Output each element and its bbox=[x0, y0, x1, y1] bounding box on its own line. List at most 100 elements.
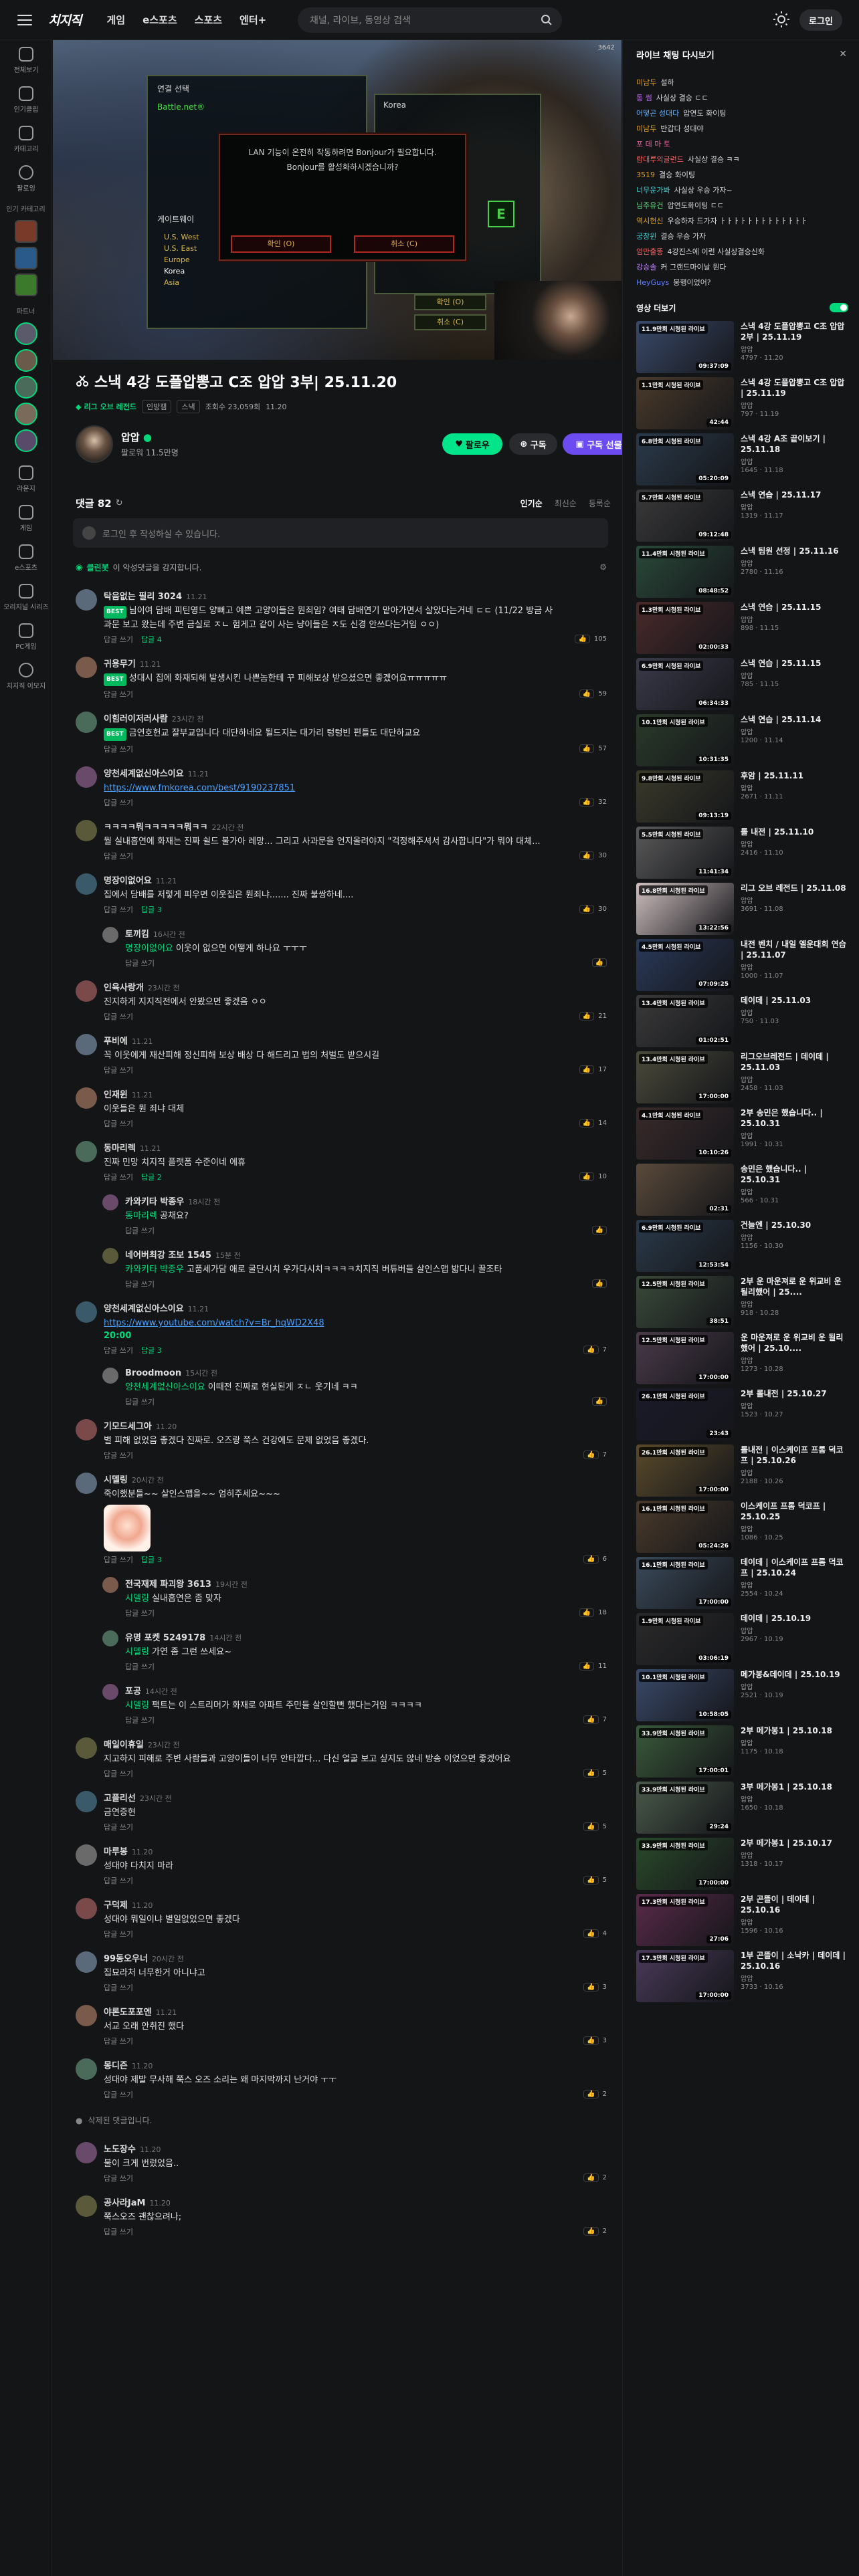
sidebar-item-clips[interactable]: 인기클립 bbox=[0, 80, 52, 119]
author-name[interactable]: 푸비에 bbox=[104, 1037, 128, 1047]
avatar[interactable] bbox=[76, 1951, 97, 1973]
author-name[interactable]: 탁음없는 필리 3024 bbox=[104, 592, 182, 602]
avatar[interactable] bbox=[76, 2058, 97, 2080]
reply-button[interactable]: 답글 쓰기 bbox=[104, 2036, 133, 2046]
video-card[interactable]: 6.9만회 시청된 라이브 06:34:33 스낵 연습 | 25.11.15 압압 7… bbox=[636, 658, 859, 712]
video-thumbnail[interactable]: 16.1만회 시청된 라이브 17:00:00 bbox=[636, 1557, 734, 1609]
video-channel[interactable]: 압압 bbox=[741, 1973, 848, 1983]
avatar[interactable] bbox=[14, 322, 37, 345]
reply-button[interactable]: 답글 쓰기 bbox=[104, 634, 133, 645]
like-button[interactable]: 👍 bbox=[583, 1555, 599, 1564]
video-channel[interactable]: 압압 bbox=[741, 1917, 848, 1927]
video-thumbnail[interactable]: 1.1만회 시청된 라이브 42:44 bbox=[636, 377, 734, 429]
reply-button[interactable]: 답글 쓰기 bbox=[104, 1345, 133, 1356]
avatar[interactable] bbox=[102, 927, 118, 943]
video-title[interactable]: 데이데 | 이스케이프 프롬 덕코프 | 25.10.24 bbox=[741, 1557, 848, 1578]
author-name[interactable]: 양천세계없신아스이요 bbox=[104, 1304, 184, 1314]
login-button[interactable]: 로그인 bbox=[799, 9, 842, 31]
video-card[interactable]: 13.4만회 시청된 라이브 17:00:00 리그오브레전드 | 데이데 | 25… bbox=[636, 1051, 859, 1105]
avatar[interactable] bbox=[14, 376, 37, 399]
comment-author[interactable]: 인육사랑개 23시간 전 bbox=[104, 980, 557, 993]
video-card[interactable]: 12.5만회 시청된 라이브 17:00:00 운 마운져로 운 위교비 운 될리했… bbox=[636, 1332, 859, 1386]
video-channel[interactable]: 압압 bbox=[741, 614, 848, 624]
video-title[interactable]: 2부 롤내전 | 25.10.27 bbox=[741, 1388, 848, 1399]
reply-button[interactable]: 답글 쓰기 bbox=[104, 1450, 133, 1461]
video-thumbnail[interactable]: 6.9만회 시청된 라이브 06:34:33 bbox=[636, 658, 734, 710]
author-name[interactable]: 동마리렉 bbox=[104, 1144, 136, 1154]
avatar[interactable] bbox=[76, 820, 97, 841]
chat-user[interactable]: 궁창윈 bbox=[636, 232, 656, 241]
video-channel[interactable]: 압압 bbox=[741, 1625, 848, 1635]
video-title[interactable]: 이스케이프 프롬 덕코프 | 25.10.25 bbox=[741, 1501, 848, 1522]
avatar[interactable] bbox=[76, 2005, 97, 2026]
video-title[interactable]: 리그 오브 레전드 | 25.11.08 bbox=[741, 883, 848, 893]
video-card[interactable]: 16.1만회 시청된 라이브 05:24:26 이스케이프 프롬 덕코프 | 25.… bbox=[636, 1501, 859, 1554]
avatar[interactable] bbox=[76, 1473, 97, 1494]
timestamp-link[interactable]: 20:00 bbox=[104, 1331, 131, 1341]
video-card[interactable]: 1.3만회 시청된 라이브 02:00:33 스낵 연습 | 25.11.15 압압 8… bbox=[636, 602, 859, 655]
sidebar-item-following[interactable]: 팔로잉 bbox=[0, 158, 52, 198]
comment-author[interactable]: 99동오우너 20시간 전 bbox=[104, 1951, 557, 1964]
comment-link[interactable]: https://www.youtube.com/watch?v=Br_hqWD2… bbox=[104, 1318, 324, 1328]
sidebar-item-esports[interactable]: e스포츠 bbox=[0, 538, 52, 577]
chat-user[interactable]: 강승솔 bbox=[636, 263, 656, 272]
comment-author[interactable]: 토끼킴 16시간 전 bbox=[125, 927, 557, 940]
like-button[interactable]: 👍 bbox=[579, 1172, 595, 1181]
sidebar-item-game[interactable]: 게임 bbox=[0, 498, 52, 538]
video-channel[interactable]: 압압 bbox=[741, 1794, 848, 1804]
subscribe-button[interactable]: ⊕ 구독 bbox=[509, 433, 557, 455]
avatar[interactable] bbox=[76, 1791, 97, 1812]
video-title[interactable]: 스낵 4강 도플압뽕고 C조 압압 2부 | 25.11.19 bbox=[741, 321, 848, 342]
nav-esports[interactable]: e스포츠 bbox=[142, 13, 177, 27]
mention-link[interactable]: 카와키타 박종우 bbox=[125, 1265, 184, 1275]
video-card[interactable]: 6.9만회 시청된 라이브 12:53:54 건늘엔 | 25.10.30 압압 115… bbox=[636, 1220, 859, 1273]
video-thumbnail[interactable]: 02:31 bbox=[636, 1164, 734, 1216]
comment-link[interactable]: https://www.fmkorea.com/best/9190237851 bbox=[104, 783, 295, 793]
video-thumbnail[interactable]: 10.1만회 시청된 라이브 10:58:05 bbox=[636, 1669, 734, 1721]
video-card[interactable]: 12.5만회 시청된 라이브 38:51 2부 운 마운져로 운 위교비 운 될리했… bbox=[636, 1276, 859, 1329]
comment-author[interactable]: 유명 포켓 5249178 14시간 전 bbox=[125, 1630, 557, 1643]
avatar[interactable] bbox=[76, 657, 97, 678]
author-name[interactable]: 시델링 bbox=[104, 1475, 128, 1485]
reply-button[interactable]: 답글 쓰기 bbox=[104, 1011, 133, 1022]
author-name[interactable]: 공사라JaM bbox=[104, 2198, 145, 2208]
video-thumbnail[interactable]: 17.3만회 시청된 라이브 17:00:00 bbox=[636, 1950, 734, 2002]
avatar[interactable] bbox=[102, 1248, 118, 1264]
comment-author[interactable]: 푸비에 11.21 bbox=[104, 1034, 557, 1047]
video-title[interactable]: 롤내전 | 이스케이프 프롬 덕코프 | 25.10.26 bbox=[741, 1444, 848, 1466]
like-button[interactable]: 👍 bbox=[583, 1346, 599, 1354]
video-thumbnail[interactable]: 33.9만회 시청된 라이브 29:24 bbox=[636, 1782, 734, 1834]
reply-button[interactable]: 답글 쓰기 bbox=[125, 1225, 155, 1236]
sidebar-item-all[interactable]: 전체보기 bbox=[0, 40, 52, 80]
author-name[interactable]: 인육사랑개 bbox=[104, 983, 144, 993]
video-thumbnail[interactable]: 6.9만회 시청된 라이브 12:53:54 bbox=[636, 1220, 734, 1272]
comment-author[interactable]: 양천세계없신아스이요 11.21 bbox=[104, 1301, 557, 1314]
video-thumbnail[interactable]: 13.4만회 시청된 라이브 17:00:00 bbox=[636, 1051, 734, 1103]
like-button[interactable]: 👍 bbox=[579, 1065, 595, 1074]
video-card[interactable]: 10.1만회 시청된 라이브 10:58:05 메가봉&데이데 | 25.10.19… bbox=[636, 1669, 859, 1723]
chat-user[interactable]: 역시헌신 bbox=[636, 217, 663, 225]
video-card[interactable]: 5.5만회 시청된 라이브 11:41:34 롤 내전 | 25.11.10 압압 24… bbox=[636, 827, 859, 880]
comment-author[interactable]: 시델링 20시간 전 bbox=[104, 1473, 557, 1485]
reply-button[interactable]: 답글 쓰기 bbox=[104, 2173, 133, 2183]
reply-button[interactable]: 답글 쓰기 bbox=[104, 1822, 133, 1832]
mention-link[interactable]: 시델링 bbox=[125, 1647, 149, 1657]
video-title[interactable]: 2부 곤뜰이 | 데이데 | 25.10.16 bbox=[741, 1894, 848, 1915]
follow-button[interactable]: ♥ 팔로우 bbox=[442, 433, 502, 455]
video-card[interactable]: 33.9만회 시청된 라이브 29:24 3부 메가봉1 | 25.10.18 압압 1… bbox=[636, 1782, 859, 1835]
video-title[interactable]: 송민은 했습니다.. | 25.10.31 bbox=[741, 1164, 848, 1185]
author-name[interactable]: 마루봉 bbox=[104, 1847, 128, 1857]
video-channel[interactable]: 압압 bbox=[741, 962, 848, 972]
video-title[interactable]: 스낵 연습 | 25.11.15 bbox=[741, 658, 848, 669]
like-button[interactable]: 👍 bbox=[583, 2173, 599, 2182]
site-logo[interactable]: 치지직 bbox=[48, 11, 82, 29]
video-channel[interactable]: 압압 bbox=[741, 1232, 848, 1242]
video-title[interactable]: 스낵 4강 도플압뽕고 C조 압압 | 25.11.19 bbox=[741, 377, 848, 399]
reply-button[interactable]: 답글 쓰기 bbox=[125, 1279, 155, 1289]
video-card[interactable]: 26.1만회 시청된 라이브 17:00:00 롤내전 | 이스케이프 프롬 덕코프… bbox=[636, 1444, 859, 1498]
video-channel[interactable]: 압압 bbox=[741, 344, 848, 354]
video-channel[interactable]: 압압 bbox=[741, 1186, 848, 1196]
comment-author[interactable]: 기모드세그아 11.20 bbox=[104, 1419, 557, 1432]
video-card[interactable]: 9.8만회 시청된 라이브 09:13:19 후암 | 25.11.11 압압 2671… bbox=[636, 770, 859, 824]
video-channel[interactable]: 압압 bbox=[741, 1681, 848, 1691]
